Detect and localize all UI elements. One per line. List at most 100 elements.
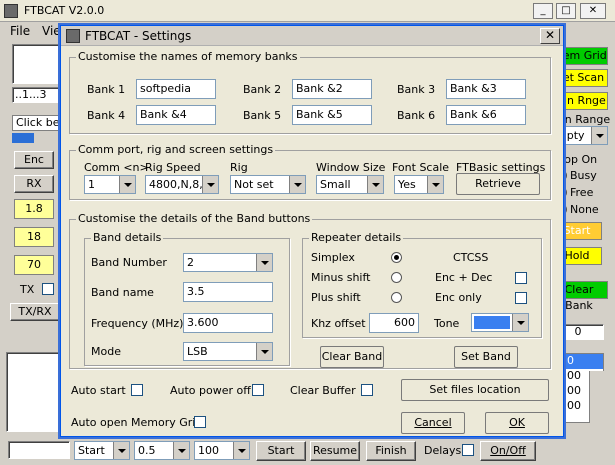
chevron-down-icon [367,176,383,193]
band-18-button[interactable]: 18 [14,227,54,247]
set-files-location-button[interactable]: Set files location [401,379,549,401]
rig-combo[interactable]: Not set [230,175,306,194]
band-details-group: Band details Band Number 2 Band name 3.5… [84,231,290,366]
mode-label: Mode [91,345,121,358]
frequency-input[interactable]: 3.600 [183,313,273,333]
progress-indicator [12,133,34,143]
tx-label: TX [20,283,35,296]
rx-button[interactable]: RX [14,175,54,193]
khz-offset-input[interactable]: 600 [369,313,419,333]
window-size-combo[interactable]: Small [316,175,384,194]
font-scale-value: Yes [398,178,416,191]
ok-button[interactable]: OK [485,412,549,434]
start-mode-combo[interactable]: Start [74,441,130,460]
comm-group-label: Comm port, rig and screen settings [76,143,276,156]
simplex-radio[interactable] [391,252,402,263]
delays-checkbox[interactable] [462,444,474,456]
tone-combo[interactable] [471,313,529,332]
font-scale-combo[interactable]: Yes [394,175,444,194]
chevron-down-icon [512,314,528,331]
menu-view[interactable]: Vie [42,24,61,38]
band-number-label: Band Number [91,256,167,269]
clear-band-button[interactable]: Clear Band [320,346,384,368]
comm-port-value: 1 [88,178,95,191]
txrx-button[interactable]: TX/RX [10,303,60,321]
retrieve-button[interactable]: Retrieve [456,173,540,195]
bank-2-input[interactable]: Bank &2 [292,79,372,99]
step-value: 0.5 [138,444,156,457]
tone-swatch [474,316,510,329]
band-number-value: 2 [187,256,194,269]
enc-only-label: Enc only [435,291,482,304]
rig-label: Rig [230,161,248,174]
maximize-button[interactable]: □ [556,3,576,19]
busy-label: Busy [570,169,597,182]
menu-file[interactable]: File [10,24,30,38]
chevron-down-icon [113,442,129,459]
left-lower-panel [6,352,62,432]
start-mode-value: Start [78,444,105,457]
rig-value: Not set [234,178,274,191]
dialog-title: FTBCAT - Settings [85,29,192,43]
enc-only-checkbox[interactable] [515,292,527,304]
banks-group-label: Customise the names of memory banks [76,50,300,63]
dialog-close-button[interactable]: ✕ [540,28,560,44]
dialog-title-bar: FTBCAT - Settings ✕ [61,26,563,46]
clear-buffer-checkbox[interactable] [361,384,373,396]
bank-3-label: Bank 3 [397,83,436,96]
band-name-label: Band name [91,286,154,299]
close-button[interactable]: ✕ [580,3,606,19]
rig-speed-combo[interactable]: 4800,N,8,2 [145,175,219,194]
enc-dec-checkbox[interactable] [515,272,527,284]
comm-port-combo[interactable]: 1 [84,175,136,194]
list-scrollbar[interactable] [589,371,605,423]
auto-power-off-checkbox[interactable] [252,384,264,396]
mode-value: LSB [187,345,208,358]
chevron-down-icon [289,176,305,193]
minimize-button[interactable]: _ [533,3,553,19]
app-title: FTBCAT V2.0.0 [24,4,105,17]
delay-combo[interactable]: 100 [194,441,250,460]
clear-buffer-label: Clear Buffer [290,384,356,397]
cancel-label: Cancel [414,416,452,429]
minus-shift-radio[interactable] [391,272,402,283]
enc-button[interactable]: Enc [14,151,54,169]
cancel-button[interactable]: Cancel [401,412,465,434]
band-group: Customise the details of the Band button… [69,212,551,369]
step-combo[interactable]: 0.5 [134,441,190,460]
start-button[interactable]: Start [256,441,306,461]
display-panel [12,44,62,84]
bank-1-input[interactable]: softpedia [136,79,216,99]
bank-6-input[interactable]: Bank &6 [446,105,526,125]
auto-start-checkbox[interactable] [131,384,143,396]
rig-speed-value: 4800,N,8,2 [149,178,210,191]
chevron-down-icon [233,442,249,459]
plus-shift-label: Plus shift [311,291,361,304]
resume-button[interactable]: Resume [310,441,360,461]
khz-offset-label: Khz offset [311,317,366,330]
bank-4-input[interactable]: Bank &4 [136,105,216,125]
tx-checkbox[interactable] [42,283,54,295]
chevron-down-icon [119,176,135,193]
finish-button[interactable]: Finish [366,441,416,461]
rig-speed-label: Rig Speed [145,161,201,174]
band-name-input[interactable]: 3.5 [183,282,273,302]
plus-shift-radio[interactable] [391,292,402,303]
free-label: Free [570,186,594,199]
bank-3-input[interactable]: Bank &3 [446,79,526,99]
onoff-button[interactable]: On/Off [480,441,536,461]
onoff-label: On/Off [490,444,526,457]
click-hint: Click bel [12,115,62,131]
set-band-button[interactable]: Set Band [454,346,518,368]
chevron-down-icon [256,254,272,271]
auto-open-grid-checkbox[interactable] [194,416,206,428]
mode-combo[interactable]: LSB [183,342,273,361]
auto-start-label: Auto start [71,384,126,397]
band-70-button[interactable]: 70 [14,255,54,275]
bank-5-input[interactable]: Bank &5 [292,105,372,125]
band-1-8-button[interactable]: 1.8 [14,199,54,219]
chevron-down-icon [202,176,218,193]
minus-shift-label: Minus shift [311,271,371,284]
band-number-combo[interactable]: 2 [183,253,273,272]
simplex-label: Simplex [311,251,355,264]
